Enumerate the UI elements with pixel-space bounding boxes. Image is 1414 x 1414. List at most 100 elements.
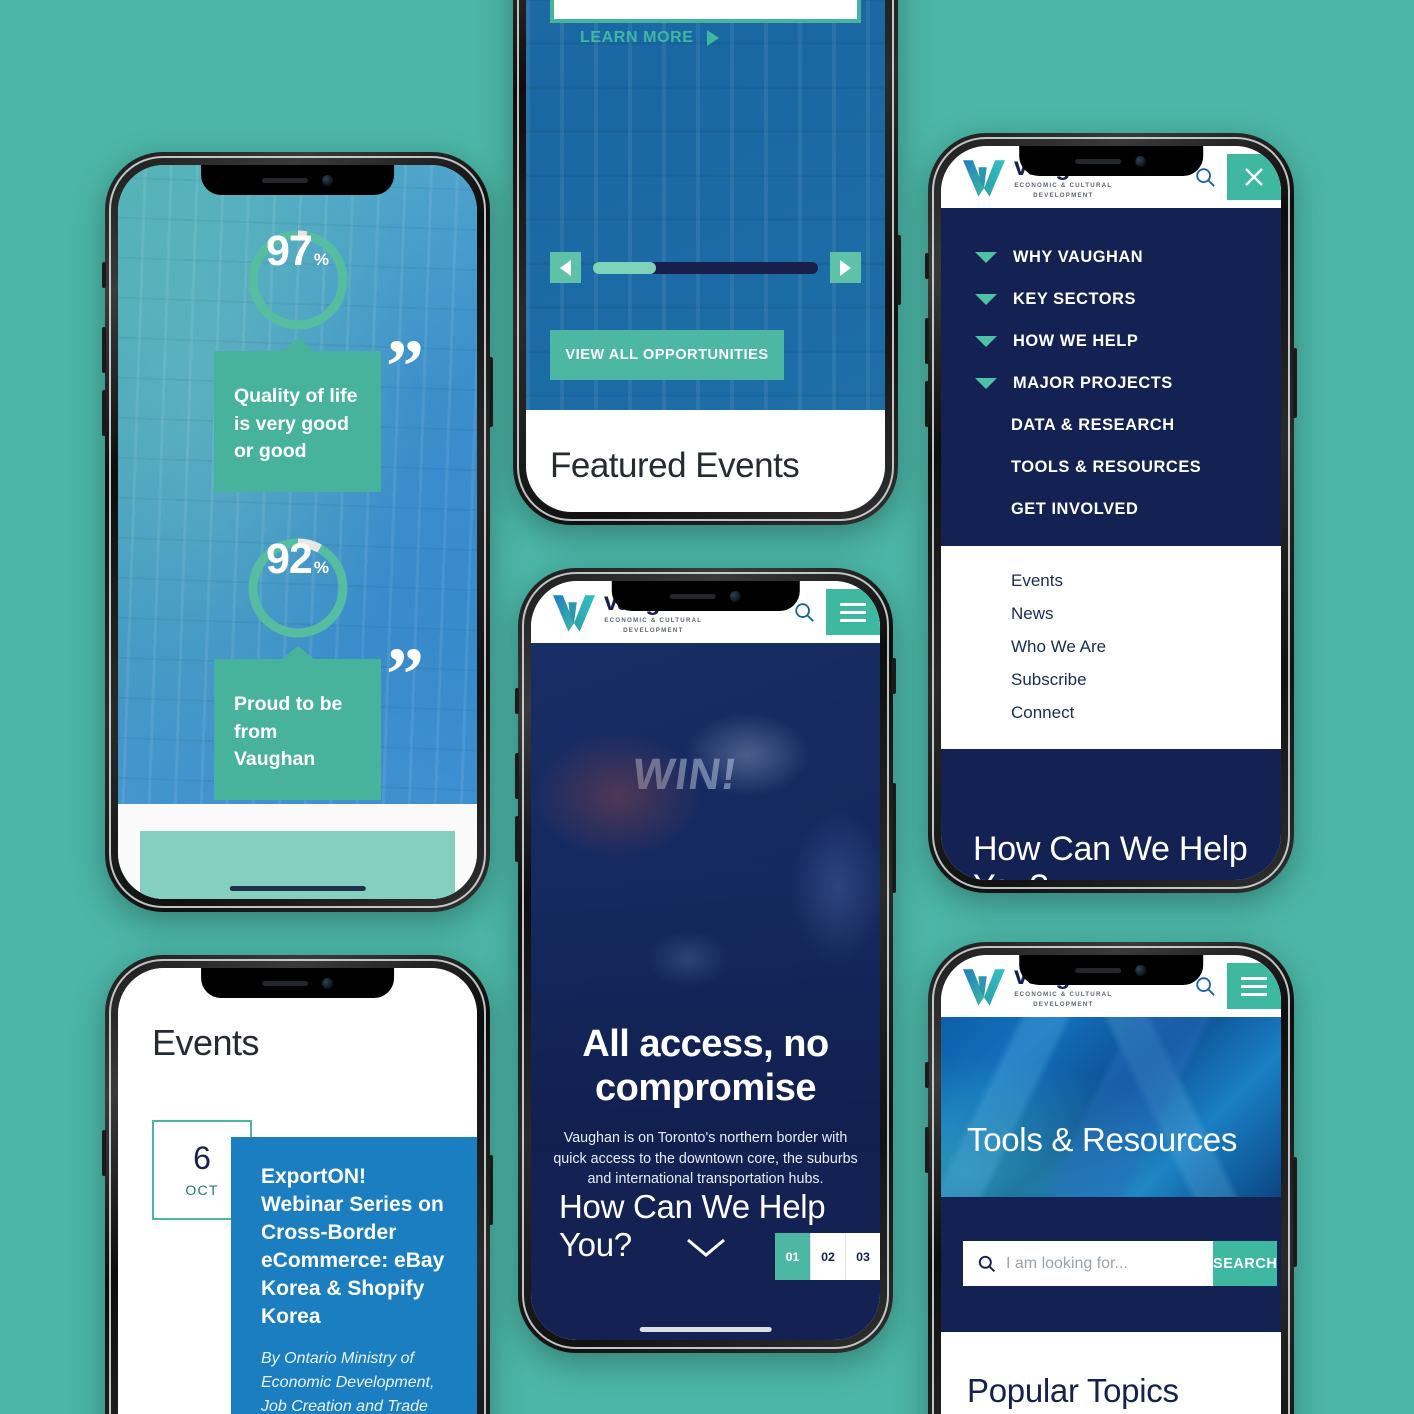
earpiece-speaker — [1075, 158, 1122, 164]
logo-tagline-line2: DEVELOPMENT — [1033, 1000, 1094, 1008]
hamburger-menu-button[interactable] — [826, 589, 880, 635]
event-list-item[interactable]: 6 OCT ExportON! Webinar Series on Cross-… — [118, 1120, 477, 1414]
volume-up-button — [102, 1130, 106, 1176]
learn-more-link[interactable]: LEARN MORE — [580, 29, 831, 47]
search-submit-button[interactable]: SEARCH — [1213, 1241, 1278, 1286]
hamburger-line — [1241, 984, 1267, 988]
menu-item-who-we-are[interactable]: Who We Are — [941, 630, 1281, 663]
menu-item-label: DATA & RESEARCH — [1011, 415, 1175, 434]
search-input[interactable] — [1006, 1254, 1213, 1273]
menu-footer-heading: How Can We Help You? — [973, 829, 1248, 880]
carousel-next-button[interactable] — [830, 252, 861, 283]
menu-item-data-research[interactable]: DATA & RESEARCH — [941, 404, 1281, 446]
home-indicator — [229, 886, 366, 891]
phone-mockup-opportunities: opportunities Centennial College's Schoo… — [513, 0, 901, 525]
stat-value-1: 97 — [266, 227, 313, 275]
carousel-scrollbar[interactable] — [593, 261, 818, 274]
power-button — [1293, 348, 1297, 418]
phone-screen-events: Events 6 OCT ExportON! Webinar Series on… — [118, 968, 477, 1414]
volume-up-button — [515, 753, 519, 799]
opportunity-card[interactable]: opportunities Centennial College's Schoo… — [550, 0, 861, 47]
menu-item-label: HOW WE HELP — [1013, 331, 1139, 350]
tools-search-section: SEARCH — [941, 1197, 1281, 1332]
stat-quote-text-2: Proud to be from Vaughan — [234, 693, 343, 771]
stat-value-2: 92 — [266, 535, 313, 583]
events-panel: Events 6 OCT ExportON! Webinar Series on… — [118, 968, 477, 1414]
menu-item-major-projects[interactable]: MAJOR PROJECTS — [941, 362, 1281, 404]
learn-more-label: LEARN MORE — [580, 29, 694, 47]
menu-item-get-involved[interactable]: GET INVOLVED — [941, 488, 1281, 530]
pager-item-03[interactable]: 03 — [845, 1233, 880, 1280]
event-detail-card[interactable]: ExportON! Webinar Series on Cross-Border… — [231, 1137, 477, 1414]
logo-tagline-line2: DEVELOPMENT — [1033, 191, 1094, 199]
hamburger-menu-button[interactable] — [1227, 963, 1281, 1009]
stats-bottom-panel — [118, 804, 477, 899]
front-camera — [321, 977, 333, 989]
featured-events-heading: Featured Events — [550, 446, 800, 485]
menu-item-news[interactable]: News — [941, 597, 1281, 630]
event-day: 6 — [193, 1140, 211, 1176]
menu-item-label: WHY VAUGHAN — [1013, 247, 1144, 266]
phone-screen-stats: 97 % ” Quality of life is very good or g… — [118, 165, 477, 899]
phone-notch — [200, 968, 395, 998]
power-button — [897, 235, 901, 305]
vaughan-v-logo-icon — [963, 160, 1005, 197]
quote-mark-icon: ” — [386, 325, 424, 409]
vaughan-v-logo-icon — [553, 595, 595, 632]
arrow-right-icon — [706, 30, 719, 47]
hamburger-line — [1241, 992, 1267, 996]
event-byline: By Ontario Ministry of Economic Developm… — [261, 1349, 435, 1414]
phone-mockup-hero: vaughan ECONOMIC & CULTURAL DEVELOPMENT — [515, 568, 896, 1353]
phone-screen-hero: vaughan ECONOMIC & CULTURAL DEVELOPMENT — [531, 581, 880, 1340]
donut-progress-2: 92 % — [245, 535, 351, 641]
search-bar: SEARCH — [963, 1241, 1278, 1286]
phone-mockup-events: Events 6 OCT ExportON! Webinar Series on… — [102, 955, 493, 1414]
view-all-opportunities-button[interactable]: VIEW ALL OPPORTUNITIES — [550, 330, 784, 380]
front-camera — [729, 590, 741, 602]
scroll-down-button[interactable] — [685, 1237, 727, 1264]
phone-screen-tools: vaughan ECONOMIC & CULTURAL DEVELOPMENT — [941, 955, 1281, 1414]
menu-item-subscribe[interactable]: Subscribe — [941, 663, 1281, 696]
events-heading: Events — [152, 1022, 260, 1063]
menu-item-tools-resources[interactable]: TOOLS & RESOURCES — [941, 446, 1281, 488]
menu-secondary-list: Events News Who We Are Subscribe Connect — [941, 546, 1281, 749]
stat-unit-2: % — [313, 558, 329, 577]
hero-subtitle: Vaughan is on Toronto's northern border … — [553, 1130, 858, 1188]
mute-switch — [515, 688, 519, 714]
menu-item-key-sectors[interactable]: KEY SECTORS — [941, 278, 1281, 320]
chevron-down-icon — [686, 1238, 725, 1257]
power-button — [892, 658, 896, 694]
hamburger-line — [840, 618, 866, 622]
chevron-left-icon — [560, 259, 571, 276]
vaughan-v-logo-icon — [963, 969, 1005, 1006]
stat-card-2: 92 % ” Proud to be from Vaughan — [118, 535, 477, 801]
volume-up-button — [925, 318, 929, 364]
hero-image-sign-text: WIN! — [629, 749, 741, 799]
close-icon — [1245, 168, 1263, 186]
menu-item-events[interactable]: Events — [941, 564, 1281, 597]
opportunity-card-body: Centennial College's School of Engineeri… — [580, 0, 831, 1]
menu-item-connect[interactable]: Connect — [941, 696, 1281, 729]
quote-mark-icon: ” — [386, 633, 424, 717]
front-camera — [1135, 155, 1147, 167]
logo-tagline-line2: DEVELOPMENT — [623, 626, 684, 634]
carousel-scrollbar-thumb[interactable] — [593, 261, 656, 274]
phone-notch — [1019, 146, 1203, 176]
phone-mockup-stats: 97 % ” Quality of life is very good or g… — [102, 152, 493, 912]
pager-item-02[interactable]: 02 — [810, 1233, 845, 1280]
menu-item-how-we-help[interactable]: HOW WE HELP — [941, 320, 1281, 362]
donut-progress-1: 97 % — [245, 227, 351, 333]
carousel-prev-button[interactable] — [550, 252, 581, 283]
power-button — [489, 1155, 493, 1225]
hero-slide-pager: 01 02 03 — [775, 1233, 880, 1280]
featured-events-panel: Featured Events — [526, 410, 885, 512]
pager-item-01[interactable]: 01 — [775, 1233, 810, 1280]
stat-quote-text-1: Quality of life is very good or good — [234, 385, 358, 463]
search-field-wrapper[interactable] — [963, 1241, 1213, 1286]
power-button-long — [892, 783, 896, 893]
menu-close-button[interactable] — [1227, 154, 1281, 200]
volume-up-button — [102, 327, 106, 373]
menu-item-why-vaughan[interactable]: WHY VAUGHAN — [941, 236, 1281, 278]
power-button — [489, 357, 493, 427]
chevron-down-icon — [975, 251, 997, 263]
